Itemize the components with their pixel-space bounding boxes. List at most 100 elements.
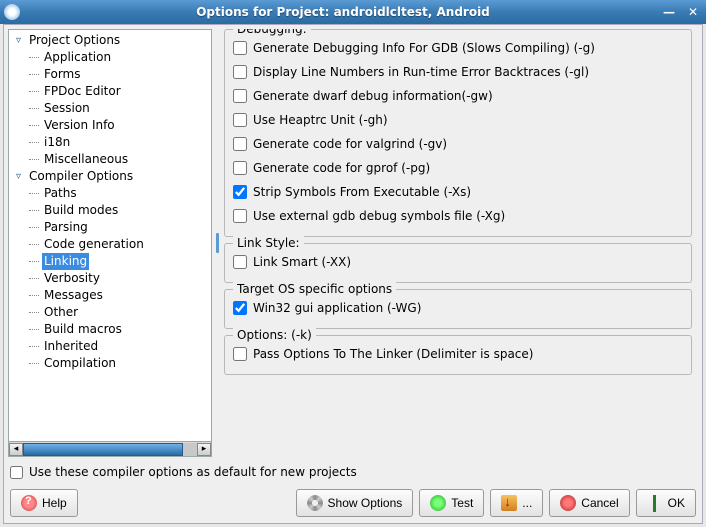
tree-item[interactable]: Build macros — [9, 321, 211, 338]
option-row: Pass Options To The Linker (Delimiter is… — [233, 342, 683, 366]
option-label[interactable]: Generate dwarf debug information(-gw) — [253, 89, 493, 103]
option-row: Use Heaptrc Unit (-gh) — [233, 108, 683, 132]
tree-item[interactable]: Miscellaneous — [9, 151, 211, 168]
use-as-default-checkbox[interactable] — [10, 466, 23, 479]
tree-label[interactable]: Application — [42, 49, 113, 66]
splitter[interactable] — [214, 29, 220, 457]
option-checkbox[interactable] — [233, 65, 247, 79]
tree-item[interactable]: Session — [9, 100, 211, 117]
horizontal-scrollbar[interactable]: ◂ ▸ — [8, 442, 212, 457]
collapse-icon[interactable]: ▿ — [13, 171, 24, 182]
option-checkbox[interactable] — [233, 301, 247, 315]
tree-item[interactable]: Version Info — [9, 117, 211, 134]
scroll-left-button[interactable]: ◂ — [9, 443, 23, 456]
option-checkbox[interactable] — [233, 185, 247, 199]
cancel-icon — [560, 495, 576, 511]
tree-label[interactable]: Project Options — [27, 32, 122, 49]
tree-node-project-options[interactable]: ▿ Project Options — [9, 32, 211, 49]
tree-label[interactable]: Verbosity — [42, 270, 102, 287]
tree-label[interactable]: Forms — [42, 66, 82, 83]
window-title: Options for Project: androidlcltest, And… — [26, 5, 660, 19]
tree-label[interactable]: Session — [42, 100, 92, 117]
options-tree[interactable]: ▿ Project Options ApplicationFormsFPDoc … — [8, 29, 212, 442]
option-row: Generate dwarf debug information(-gw) — [233, 84, 683, 108]
group-title: Target OS specific options — [233, 282, 396, 296]
minimize-button[interactable]: — — [660, 4, 678, 20]
options-tree-panel: ▿ Project Options ApplicationFormsFPDoc … — [8, 29, 212, 457]
tree-label[interactable]: Build macros — [42, 321, 124, 338]
option-label[interactable]: Generate code for gprof (-pg) — [253, 161, 430, 175]
option-row: Generate code for valgrind (-gv) — [233, 132, 683, 156]
tree-item[interactable]: Linking — [9, 253, 211, 270]
option-label[interactable]: Link Smart (-XX) — [253, 255, 351, 269]
option-row: Link Smart (-XX) — [233, 250, 683, 274]
option-checkbox[interactable] — [233, 113, 247, 127]
tree-label[interactable]: Messages — [42, 287, 105, 304]
test-button[interactable]: Test — [419, 489, 484, 517]
collapse-icon[interactable]: ▿ — [13, 35, 24, 46]
option-checkbox[interactable] — [233, 161, 247, 175]
scroll-right-button[interactable]: ▸ — [197, 443, 211, 456]
tree-label[interactable]: Code generation — [42, 236, 146, 253]
option-checkbox[interactable] — [233, 347, 247, 361]
tree-label[interactable]: Compilation — [42, 355, 118, 372]
tree-label[interactable]: Other — [42, 304, 80, 321]
option-label[interactable]: Generate code for valgrind (-gv) — [253, 137, 447, 151]
tree-label[interactable]: Parsing — [42, 219, 90, 236]
help-button[interactable]: Help — [10, 489, 78, 517]
tree-label[interactable]: Version Info — [42, 117, 117, 134]
tree-item[interactable]: Parsing — [9, 219, 211, 236]
gear-icon — [307, 495, 323, 511]
tree-label[interactable]: FPDoc Editor — [42, 83, 123, 100]
tree-item[interactable]: Inherited — [9, 338, 211, 355]
scroll-thumb[interactable] — [23, 443, 183, 456]
cancel-button[interactable]: Cancel — [549, 489, 629, 517]
tree-label[interactable]: Compiler Options — [27, 168, 135, 185]
option-row: Generate code for gprof (-pg) — [233, 156, 683, 180]
check-icon — [653, 495, 656, 512]
load-save-button[interactable]: ... — [490, 489, 543, 517]
option-label[interactable]: Generate Debugging Info For GDB (Slows C… — [253, 41, 595, 55]
option-label[interactable]: Pass Options To The Linker (Delimiter is… — [253, 347, 533, 361]
tree-item[interactable]: Verbosity — [9, 270, 211, 287]
show-options-button[interactable]: Show Options — [296, 489, 414, 517]
tree-item[interactable]: FPDoc Editor — [9, 83, 211, 100]
tree-item[interactable]: Messages — [9, 287, 211, 304]
button-label: Cancel — [581, 496, 618, 510]
tree-label[interactable]: Inherited — [42, 338, 100, 355]
option-checkbox[interactable] — [233, 41, 247, 55]
tree-label[interactable]: Linking — [42, 253, 89, 270]
tree-item[interactable]: i18n — [9, 134, 211, 151]
tree-item[interactable]: Application — [9, 49, 211, 66]
group-link-style: Link Style: Link Smart (-XX) — [224, 243, 692, 283]
tree-item[interactable]: Compilation — [9, 355, 211, 372]
test-icon — [430, 495, 446, 511]
ok-button[interactable]: OK — [636, 489, 696, 517]
tree-label[interactable]: Paths — [42, 185, 79, 202]
button-label: OK — [668, 496, 685, 510]
option-checkbox[interactable] — [233, 255, 247, 269]
tree-label[interactable]: Miscellaneous — [42, 151, 130, 168]
option-checkbox[interactable] — [233, 209, 247, 223]
use-as-default-label[interactable]: Use these compiler options as default fo… — [29, 465, 357, 479]
group-debugging: Debugging: Generate Debugging Info For G… — [224, 29, 692, 237]
option-label[interactable]: Strip Symbols From Executable (-Xs) — [253, 185, 471, 199]
tree-item[interactable]: Code generation — [9, 236, 211, 253]
tree-label[interactable]: i18n — [42, 134, 72, 151]
close-button[interactable]: ✕ — [684, 4, 702, 20]
tree-item[interactable]: Build modes — [9, 202, 211, 219]
tree-item[interactable]: Paths — [9, 185, 211, 202]
option-label[interactable]: Win32 gui application (-WG) — [253, 301, 421, 315]
option-checkbox[interactable] — [233, 137, 247, 151]
button-label: Help — [42, 496, 67, 510]
option-checkbox[interactable] — [233, 89, 247, 103]
button-label: Show Options — [328, 496, 403, 510]
tree-item[interactable]: Forms — [9, 66, 211, 83]
option-label[interactable]: Display Line Numbers in Run-time Error B… — [253, 65, 589, 79]
tree-item[interactable]: Other — [9, 304, 211, 321]
option-label[interactable]: Use Heaptrc Unit (-gh) — [253, 113, 388, 127]
tree-node-compiler-options[interactable]: ▿ Compiler Options — [9, 168, 211, 185]
option-label[interactable]: Use external gdb debug symbols file (-Xg… — [253, 209, 505, 223]
tree-label[interactable]: Build modes — [42, 202, 120, 219]
option-row: Use external gdb debug symbols file (-Xg… — [233, 204, 683, 228]
